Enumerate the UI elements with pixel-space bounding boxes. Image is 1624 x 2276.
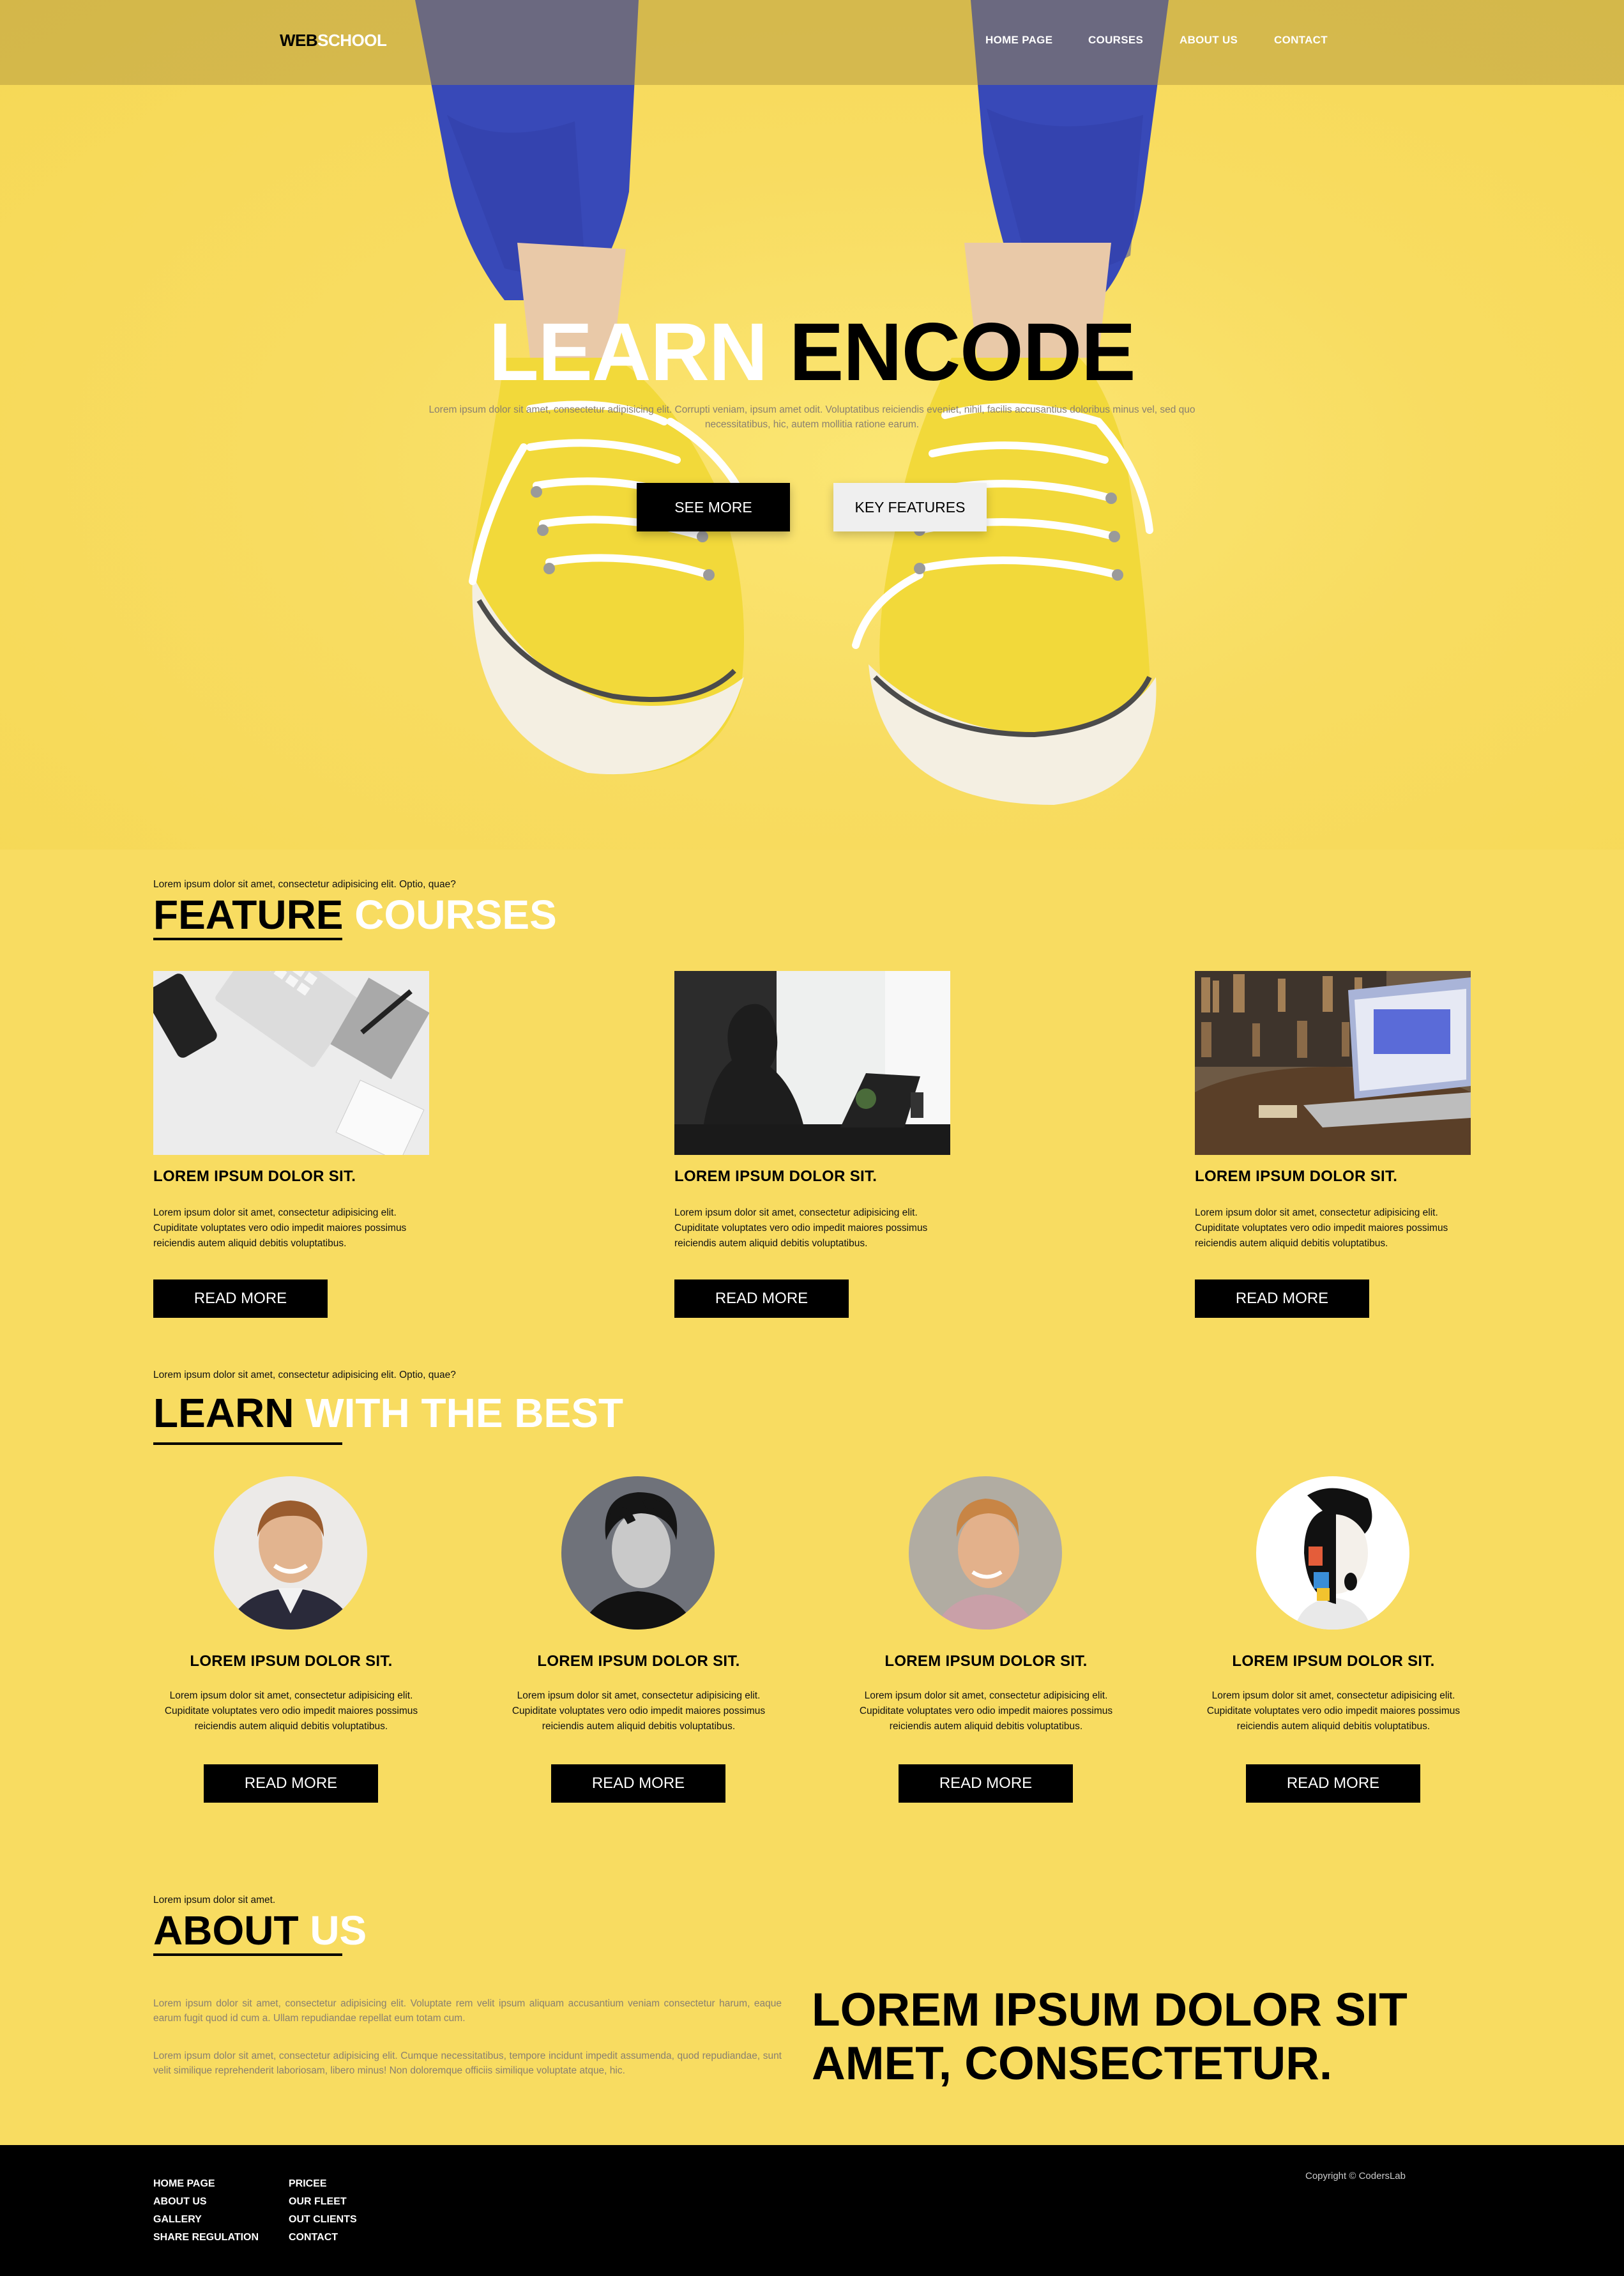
team-heading-black: LEARN (153, 1390, 294, 1436)
avatar (1256, 1476, 1409, 1630)
team-member-text: Lorem ipsum dolor sit amet, consectetur … (1206, 1690, 1461, 1732)
avatar (909, 1476, 1062, 1630)
copyright: Copyright © CodersLab (1305, 2171, 1406, 2181)
footer-link-fleet[interactable]: OUR FLEET (289, 2196, 347, 2208)
logo-part-1: WEB (280, 31, 318, 50)
key-features-button[interactable]: KEY FEATURES (833, 483, 987, 531)
team-member-text: Lorem ipsum dolor sit amet, consectetur … (164, 1690, 418, 1732)
footer (0, 2145, 1624, 2276)
about-paragraph-2: Lorem ipsum dolor sit amet, consectetur … (153, 2051, 782, 2076)
features-heading-white: COURSES (354, 892, 557, 938)
course-card-text: Lorem ipsum dolor sit amet, consectetur … (674, 1207, 928, 1249)
team-heading-white: WITH THE BEST (305, 1390, 623, 1436)
logo-part-2: SCHOOL (317, 31, 387, 50)
team-underline (153, 1442, 342, 1445)
about-underline (153, 1953, 342, 1956)
about-heading-white: US (310, 1907, 367, 1953)
hero-section: WEBSCHOOL HOME PAGE COURSES ABOUT US CON… (0, 0, 1624, 850)
course-card-title: LOREM IPSUM DOLOR SIT. (153, 1168, 356, 1185)
course-card-text: Lorem ipsum dolor sit amet, consectetur … (1195, 1207, 1448, 1249)
features-underline (153, 938, 342, 940)
nav-courses[interactable]: COURSES (1088, 34, 1143, 47)
about-kicker: Lorem ipsum dolor sit amet. (153, 1895, 276, 1906)
about-headline: LOREM IPSUM DOLOR SIT AMET, CONSECTETUR. (812, 1983, 1482, 2091)
course-card-title: LOREM IPSUM DOLOR SIT. (674, 1168, 877, 1185)
footer-link-contact[interactable]: CONTACT (289, 2232, 338, 2243)
about-heading-black: ABOUT (153, 1907, 299, 1953)
team-kicker: Lorem ipsum dolor sit amet, consectetur … (153, 1370, 456, 1380)
see-more-button[interactable]: SEE MORE (637, 483, 790, 531)
avatar (214, 1476, 367, 1630)
hero-title-black: ENCODE (789, 307, 1136, 398)
team-read-more-button[interactable]: READ MORE (204, 1764, 378, 1803)
team-member-title: LOREM IPSUM DOLOR SIT. (884, 1653, 1088, 1670)
footer-link-share-regulation[interactable]: SHARE REGULATION (153, 2232, 259, 2243)
course-card-title: LOREM IPSUM DOLOR SIT. (1195, 1168, 1398, 1185)
team-heading: LEARN WITH THE BEST (153, 1393, 623, 1433)
footer-link-about[interactable]: ABOUT US (153, 2196, 207, 2208)
hero-subtitle: Lorem ipsum dolor sit amet, consectetur … (429, 404, 1195, 430)
site-logo[interactable]: WEBSCHOOL (280, 31, 387, 50)
footer-link-home[interactable]: HOME PAGE (153, 2178, 215, 2190)
avatar (561, 1476, 715, 1630)
nav-home[interactable]: HOME PAGE (985, 34, 1052, 47)
team-member-title: LOREM IPSUM DOLOR SIT. (537, 1653, 740, 1670)
course-image-woman-laptop (674, 971, 950, 1155)
about-heading: ABOUT US (153, 1910, 367, 1951)
course-card-text: Lorem ipsum dolor sit amet, consectetur … (153, 1207, 407, 1249)
course-read-more-button[interactable]: READ MORE (153, 1279, 328, 1318)
nav-about-us[interactable]: ABOUT US (1180, 34, 1238, 47)
features-kicker: Lorem ipsum dolor sit amet, consectetur … (153, 879, 456, 890)
team-read-more-button[interactable]: READ MORE (1246, 1764, 1420, 1803)
nav-contact[interactable]: CONTACT (1274, 34, 1328, 47)
footer-link-gallery[interactable]: GALLERY (153, 2214, 202, 2226)
team-member-title: LOREM IPSUM DOLOR SIT. (1232, 1653, 1435, 1670)
features-heading-black: FEATURE (153, 892, 344, 938)
team-read-more-button[interactable]: READ MORE (551, 1764, 725, 1803)
footer-link-pricee[interactable]: PRICEE (289, 2178, 327, 2190)
team-read-more-button[interactable]: READ MORE (899, 1764, 1073, 1803)
about-paragraph-1: Lorem ipsum dolor sit amet, consectetur … (153, 1998, 782, 2024)
about-headline-line-2: AMET, CONSECTETUR. (812, 2038, 1333, 2089)
about-headline-line-1: LOREM IPSUM DOLOR SIT (812, 1984, 1408, 2036)
team-member-text: Lorem ipsum dolor sit amet, consectetur … (859, 1690, 1113, 1732)
top-navbar: WEBSCHOOL HOME PAGE COURSES ABOUT US CON… (0, 0, 1624, 85)
features-heading: FEATURE COURSES (153, 894, 557, 935)
hero-title: LEARN ENCODE (0, 312, 1624, 393)
course-read-more-button[interactable]: READ MORE (674, 1279, 849, 1318)
course-image-desk (153, 971, 429, 1155)
course-image-laptop-bookshelf (1195, 971, 1471, 1155)
team-member-title: LOREM IPSUM DOLOR SIT. (190, 1653, 393, 1670)
course-read-more-button[interactable]: READ MORE (1195, 1279, 1369, 1318)
footer-link-clients[interactable]: OUT CLIENTS (289, 2214, 357, 2226)
team-member-text: Lorem ipsum dolor sit amet, consectetur … (512, 1690, 766, 1732)
hero-title-white: LEARN (489, 307, 768, 398)
